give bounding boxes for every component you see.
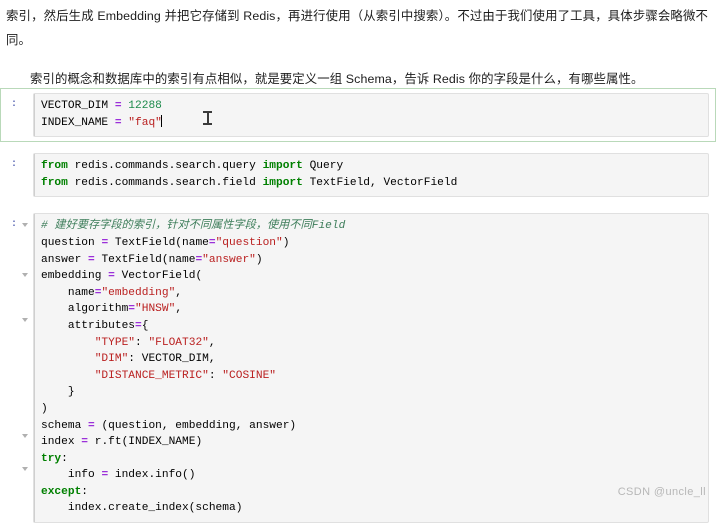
paragraph-schema-note: 索引的概念和数据库中的索引有点相似，就是要定义一组 Schema，告诉 Redi… [30, 72, 644, 86]
text-caret [161, 114, 163, 127]
code-content-2: from redis.commands.search.query import … [41, 160, 458, 189]
code-editor-3[interactable]: # 建好要存字段的索引，针对不同属性字段，使用不同Field question … [33, 213, 709, 524]
notebook-cell-1[interactable]: : VECTOR_DIM = 12288 INDEX_NAME = "faq" [0, 88, 716, 143]
article-text: 索引，然后生成 Embedding 并把它存储到 Redis，再进行使用（从索引… [0, 0, 716, 90]
collapse-triangle-try[interactable] [22, 434, 28, 439]
notebook-cell-3[interactable]: : # 建好要存字段的索引，针对不同属性字段，使用不同Field questio… [0, 208, 716, 528]
code-content-1: VECTOR_DIM = 12288 INDEX_NAME = "faq" [41, 100, 163, 129]
cell-gutter-2 [19, 153, 33, 157]
code-editor-1[interactable]: VECTOR_DIM = 12288 INDEX_NAME = "faq" [33, 93, 709, 138]
cell-gutter-1 [19, 93, 33, 97]
notebook-cell-2[interactable]: : from redis.commands.search.query impor… [0, 148, 716, 203]
collapse-triangle-attributes[interactable] [22, 318, 28, 323]
code-content-3: # 建好要存字段的索引，针对不同属性字段，使用不同Field question … [41, 220, 346, 515]
collapse-triangle-comment[interactable] [22, 223, 28, 228]
cell-gutter-3 [19, 213, 33, 472]
collapse-triangle-embedding[interactable] [22, 273, 28, 278]
paragraph-intro: 索引，然后生成 Embedding 并把它存储到 Redis，再进行使用（从索引… [6, 9, 708, 47]
cell-prompt-3: : [10, 219, 17, 231]
collapse-triangle-except[interactable] [22, 467, 28, 472]
cell-prompt-2: : [10, 159, 17, 171]
csdn-watermark: CSDN @uncle_ll [617, 486, 706, 498]
cell-prompt-1: : [10, 99, 17, 110]
code-editor-2[interactable]: from redis.commands.search.query import … [33, 153, 709, 198]
notebook-cell-list: : VECTOR_DIM = 12288 INDEX_NAME = "faq" … [0, 88, 716, 528]
